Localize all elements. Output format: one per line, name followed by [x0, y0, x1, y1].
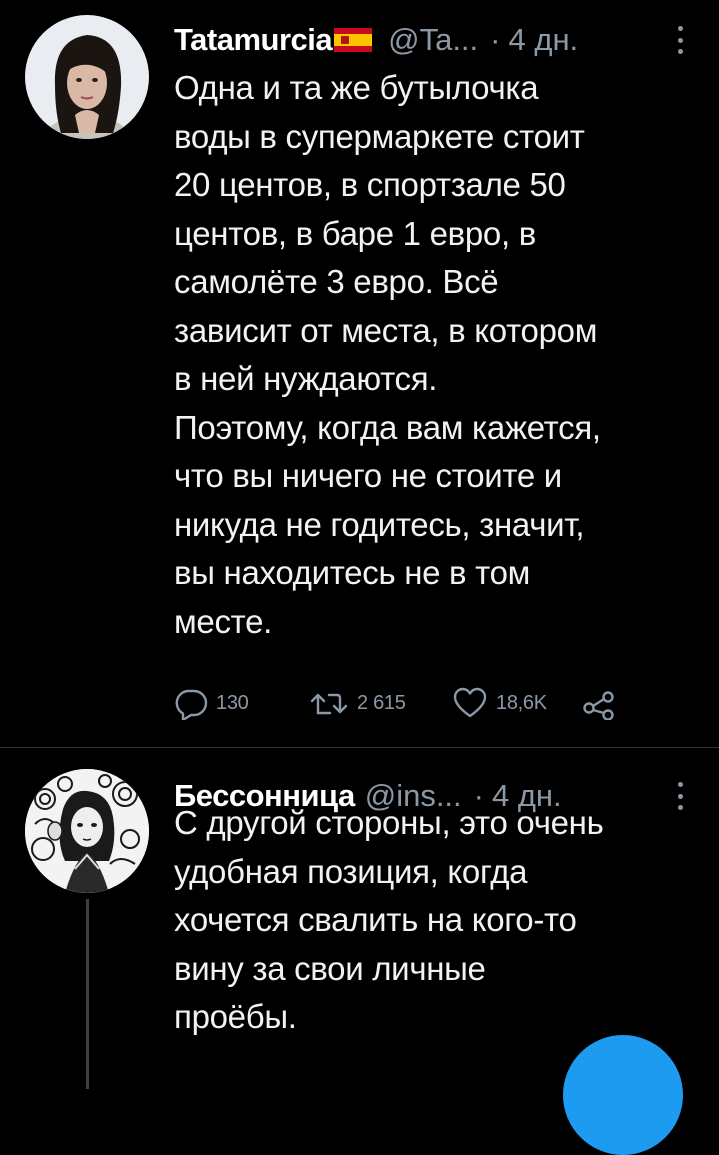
spain-flag-icon [334, 28, 373, 52]
username-handle[interactable]: @Ta... [388, 22, 478, 58]
retweet-button[interactable]: 2 615 [309, 683, 406, 723]
separator-dot: · [490, 22, 501, 57]
tweet-text: С другой стороны, это очень удобная пози… [174, 804, 604, 1035]
tweet-text: Одна и та же бутылочка воды в супермарке… [174, 69, 601, 640]
share-icon [583, 691, 614, 720]
avatar[interactable] [25, 769, 149, 893]
tweet-divider [0, 747, 719, 748]
display-name[interactable]: Tatamurcia [174, 22, 333, 58]
timestamp[interactable]: 4 дн. [509, 22, 579, 58]
compose-tweet-button[interactable] [563, 1035, 683, 1155]
reply-icon [175, 689, 208, 720]
tweet-header: Tatamurcia @Ta... · 4 дн. [174, 18, 694, 62]
tweet[interactable]: Tatamurcia @Ta... · 4 дн. Одна и та же б… [0, 0, 719, 748]
like-button[interactable]: 18,6K [452, 683, 547, 723]
reply-button[interactable]: 130 [174, 683, 249, 723]
more-icon[interactable] [676, 26, 684, 54]
avatar[interactable] [25, 15, 149, 139]
tweet[interactable]: Бессонница @ins... · 4 дн. С другой стор… [0, 749, 719, 1089]
thread-line [86, 899, 89, 1089]
like-count: 18,6K [496, 691, 547, 714]
retweet-icon [310, 693, 348, 715]
like-icon [453, 687, 487, 718]
tweet-actions: 130 2 615 18,6K [174, 683, 654, 723]
reply-count: 130 [216, 691, 249, 714]
retweet-count: 2 615 [357, 691, 406, 714]
share-button[interactable] [582, 683, 618, 723]
